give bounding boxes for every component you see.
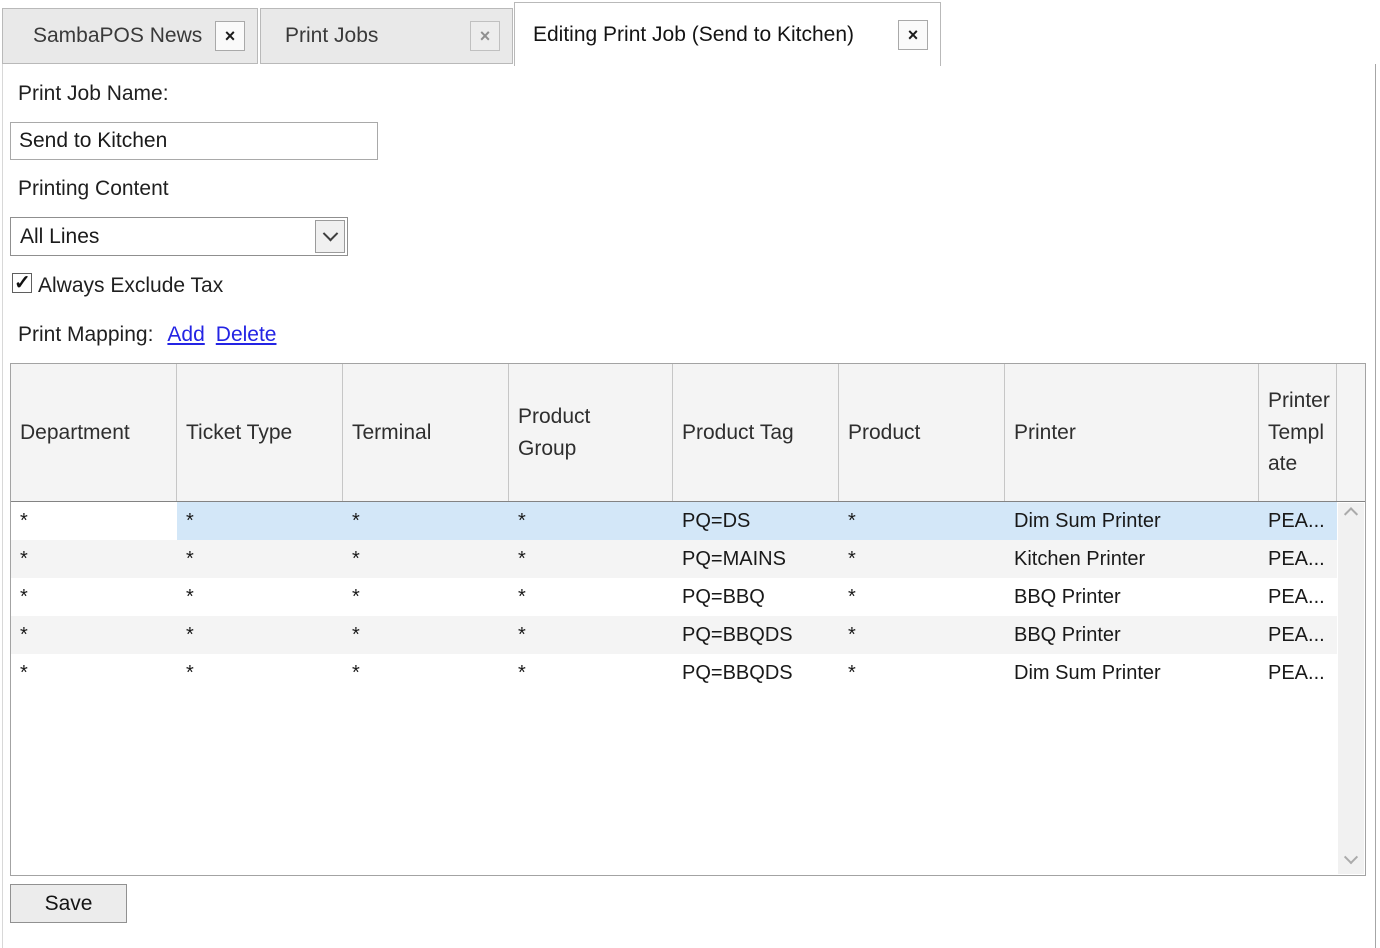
tab-print-jobs[interactable]: Print Jobs × [260, 8, 513, 64]
tab-label: SambaPOS News [33, 24, 202, 48]
grid-cell[interactable]: * [509, 654, 673, 692]
checkmark-icon: ✓ [14, 270, 31, 295]
print-job-name-input[interactable] [10, 122, 378, 160]
grid-cell[interactable]: PEA... [1259, 616, 1337, 654]
column-header-printer-template[interactable]: Printer Template [1259, 364, 1337, 501]
scroll-up-arrow-icon[interactable] [1338, 506, 1364, 528]
column-header-terminal[interactable]: Terminal [343, 364, 509, 501]
select-dropdown-button[interactable] [315, 220, 345, 253]
close-icon[interactable]: × [470, 21, 500, 51]
column-header-printer[interactable]: Printer [1005, 364, 1259, 501]
tab-label: Editing Print Job (Send to Kitchen) [533, 23, 854, 47]
print-job-name-label: Print Job Name: [18, 82, 169, 106]
grid-cell[interactable]: * [11, 502, 177, 540]
column-header-department[interactable]: Department [11, 364, 177, 501]
grid-cell[interactable]: * [839, 616, 1005, 654]
grid-row[interactable]: ****PQ=BBQ*BBQ PrinterPEA... [11, 578, 1337, 616]
grid-cell[interactable]: Dim Sum Printer [1005, 502, 1259, 540]
grid-cell[interactable]: * [839, 578, 1005, 616]
grid-row[interactable]: ****PQ=MAINS*Kitchen PrinterPEA... [11, 540, 1337, 578]
print-mapping-grid: Department Ticket Type Terminal Product … [10, 363, 1366, 876]
grid-cell[interactable]: BBQ Printer [1005, 578, 1259, 616]
grid-row[interactable]: ****PQ=BBQDS*Dim Sum PrinterPEA... [11, 654, 1337, 692]
grid-cell[interactable]: PEA... [1259, 578, 1337, 616]
page-left-border [2, 64, 3, 948]
grid-cell[interactable]: * [11, 540, 177, 578]
column-header-product-group[interactable]: Product Group [509, 364, 673, 501]
grid-cell[interactable]: PQ=BBQDS [673, 616, 839, 654]
grid-row[interactable]: ****PQ=BBQDS*BBQ PrinterPEA... [11, 616, 1337, 654]
grid-cell[interactable]: * [177, 578, 343, 616]
chevron-down-icon [322, 226, 338, 242]
grid-cell[interactable]: * [11, 654, 177, 692]
grid-cell[interactable]: * [509, 616, 673, 654]
printing-content-label: Printing Content [18, 177, 169, 201]
delete-mapping-link[interactable]: Delete [216, 323, 277, 347]
column-header-ticket-type[interactable]: Ticket Type [177, 364, 343, 501]
page-right-border [1375, 64, 1376, 948]
grid-body: ****PQ=DS*Dim Sum PrinterPEA...****PQ=MA… [11, 502, 1337, 875]
grid-cell[interactable]: * [839, 654, 1005, 692]
always-exclude-tax-checkbox[interactable]: ✓ [12, 273, 32, 293]
add-mapping-link[interactable]: Add [167, 323, 204, 347]
tab-sambapos-news[interactable]: SambaPOS News × [2, 8, 258, 64]
close-icon[interactable]: × [215, 21, 245, 51]
column-header-product-tag[interactable]: Product Tag [673, 364, 839, 501]
grid-cell[interactable]: * [343, 654, 509, 692]
grid-cell[interactable]: * [11, 616, 177, 654]
grid-cell[interactable]: PQ=BBQ [673, 578, 839, 616]
grid-cell[interactable]: * [509, 540, 673, 578]
print-mapping-label: Print Mapping: [18, 323, 153, 347]
grid-cell[interactable]: * [509, 502, 673, 540]
printing-content-select[interactable]: All Lines [10, 217, 348, 256]
save-button[interactable]: Save [10, 884, 127, 923]
grid-cell[interactable]: PQ=BBQDS [673, 654, 839, 692]
column-header-filler [1337, 364, 1365, 501]
grid-cell[interactable]: * [11, 578, 177, 616]
always-exclude-tax-label: Always Exclude Tax [38, 274, 223, 298]
tab-strip: SambaPOS News × Print Jobs × Editing Pri… [0, 0, 1380, 64]
scroll-down-arrow-icon[interactable] [1338, 849, 1364, 871]
grid-cell[interactable]: PEA... [1259, 540, 1337, 578]
grid-header-row: Department Ticket Type Terminal Product … [11, 364, 1365, 502]
column-header-product[interactable]: Product [839, 364, 1005, 501]
grid-cell[interactable]: * [177, 654, 343, 692]
tab-editing-print-job[interactable]: Editing Print Job (Send to Kitchen) × [514, 2, 941, 66]
grid-cell[interactable]: * [343, 540, 509, 578]
grid-cell[interactable]: PEA... [1259, 502, 1337, 540]
vertical-scrollbar[interactable] [1338, 503, 1364, 874]
grid-cell[interactable]: * [177, 502, 343, 540]
printing-content-selected-value: All Lines [20, 225, 99, 249]
grid-cell[interactable]: * [177, 616, 343, 654]
grid-cell[interactable]: Kitchen Printer [1005, 540, 1259, 578]
grid-cell[interactable]: * [509, 578, 673, 616]
grid-cell[interactable]: BBQ Printer [1005, 616, 1259, 654]
close-icon[interactable]: × [898, 20, 928, 50]
grid-cell[interactable]: PQ=DS [673, 502, 839, 540]
grid-cell[interactable]: PQ=MAINS [673, 540, 839, 578]
grid-cell[interactable]: * [839, 540, 1005, 578]
grid-cell[interactable]: * [177, 540, 343, 578]
tab-label: Print Jobs [285, 24, 378, 48]
grid-cell[interactable]: PEA... [1259, 654, 1337, 692]
grid-cell[interactable]: * [839, 502, 1005, 540]
grid-row[interactable]: ****PQ=DS*Dim Sum PrinterPEA... [11, 502, 1337, 540]
grid-cell[interactable]: * [343, 578, 509, 616]
grid-cell[interactable]: Dim Sum Printer [1005, 654, 1259, 692]
grid-cell[interactable]: * [343, 616, 509, 654]
grid-cell[interactable]: * [343, 502, 509, 540]
